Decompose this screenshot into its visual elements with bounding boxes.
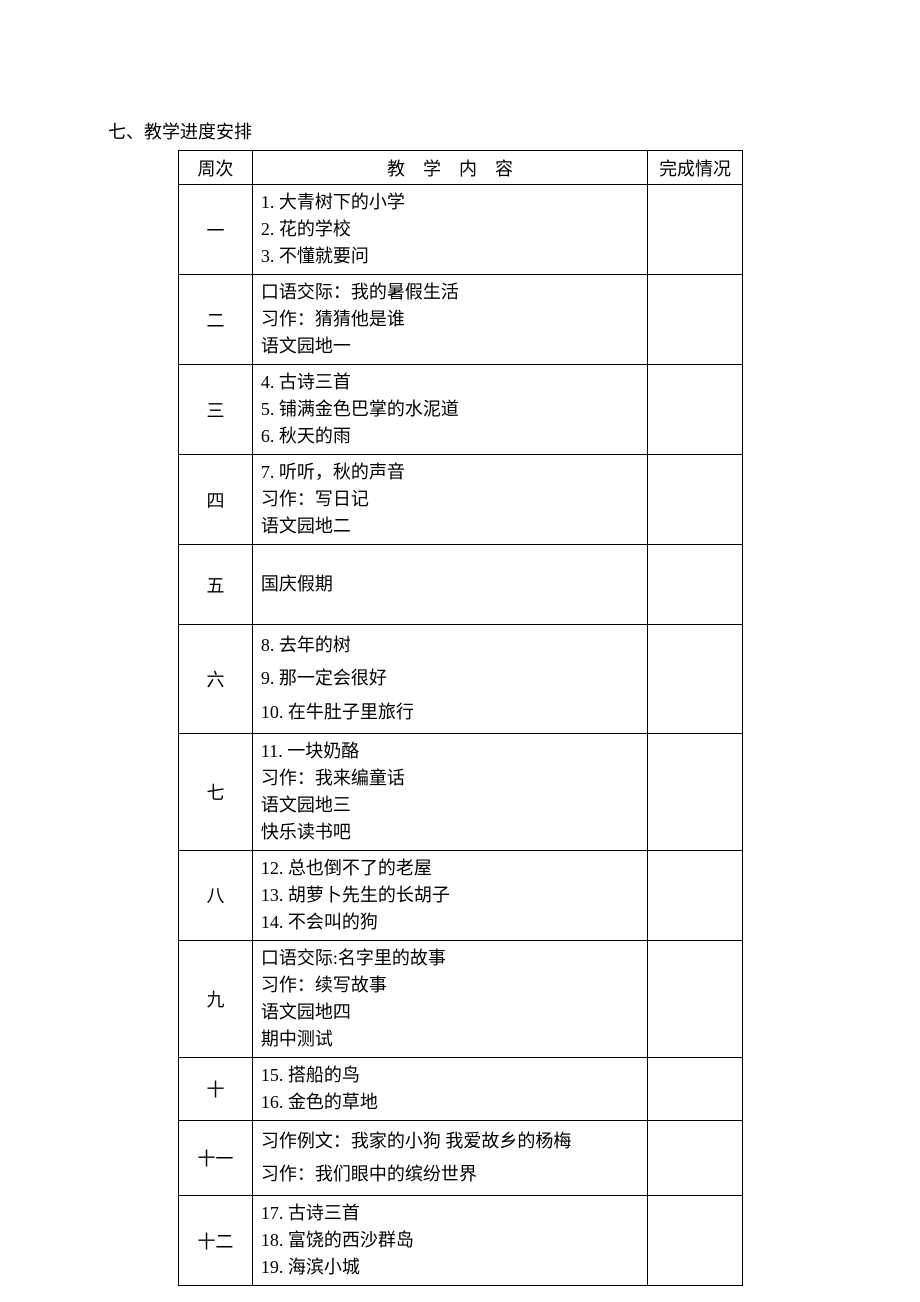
content-text: 口语交际:名字里的故事习作：续写故事语文园地四期中测试 (253, 941, 647, 1057)
content-cell: 8. 去年的树9. 那一定会很好10. 在牛肚子里旅行 (252, 625, 647, 734)
content-cell: 1. 大青树下的小学2. 花的学校3. 不懂就要问 (252, 185, 647, 275)
week-cell: 七 (179, 733, 253, 850)
content-text: 国庆假期 (253, 545, 647, 624)
table-header-row: 周次 教学内容 完成情况 (179, 151, 743, 185)
content-text: 17. 古诗三首18. 富饶的西沙群岛19. 海滨小城 (253, 1196, 647, 1285)
content-text: 15. 搭船的鸟16. 金色的草地 (253, 1058, 647, 1120)
table-body: 一1. 大青树下的小学2. 花的学校3. 不懂就要问二口语交际：我的暑假生活习作… (179, 185, 743, 1286)
table-row: 二口语交际：我的暑假生活习作：猜猜他是谁语文园地一 (179, 275, 743, 365)
status-cell (648, 1120, 743, 1196)
content-text: 习作例文：我家的小狗 我爱故乡的杨梅习作：我们眼中的缤纷世界 (253, 1121, 647, 1196)
week-cell: 三 (179, 365, 253, 455)
table-row: 十一习作例文：我家的小狗 我爱故乡的杨梅习作：我们眼中的缤纷世界 (179, 1120, 743, 1196)
content-cell: 12. 总也倒不了的老屋13. 胡萝卜先生的长胡子14. 不会叫的狗 (252, 850, 647, 940)
content-text: 4. 古诗三首5. 铺满金色巴掌的水泥道6. 秋天的雨 (253, 365, 647, 454)
table-row: 八12. 总也倒不了的老屋13. 胡萝卜先生的长胡子14. 不会叫的狗 (179, 850, 743, 940)
table-row: 七11. 一块奶酪习作：我来编童话语文园地三快乐读书吧 (179, 733, 743, 850)
header-week: 周次 (179, 151, 253, 185)
week-cell: 十一 (179, 1120, 253, 1196)
content-cell: 4. 古诗三首5. 铺满金色巴掌的水泥道6. 秋天的雨 (252, 365, 647, 455)
content-cell: 国庆假期 (252, 545, 647, 625)
content-text: 口语交际：我的暑假生活习作：猜猜他是谁语文园地一 (253, 275, 647, 364)
status-cell (648, 545, 743, 625)
content-cell: 7. 听听，秋的声音习作：写日记语文园地二 (252, 455, 647, 545)
content-text: 12. 总也倒不了的老屋13. 胡萝卜先生的长胡子14. 不会叫的狗 (253, 851, 647, 940)
content-cell: 17. 古诗三首18. 富饶的西沙群岛19. 海滨小城 (252, 1196, 647, 1286)
status-cell (648, 625, 743, 734)
table-row: 五国庆假期 (179, 545, 743, 625)
section-heading: 七、教学进度安排 (108, 118, 920, 144)
table-row: 六8. 去年的树9. 那一定会很好10. 在牛肚子里旅行 (179, 625, 743, 734)
table-row: 一1. 大青树下的小学2. 花的学校3. 不懂就要问 (179, 185, 743, 275)
week-cell: 五 (179, 545, 253, 625)
status-cell (648, 733, 743, 850)
status-cell (648, 850, 743, 940)
week-cell: 一 (179, 185, 253, 275)
schedule-table: 周次 教学内容 完成情况 一1. 大青树下的小学2. 花的学校3. 不懂就要问二… (178, 150, 743, 1286)
content-cell: 口语交际：我的暑假生活习作：猜猜他是谁语文园地一 (252, 275, 647, 365)
status-cell (648, 185, 743, 275)
content-text: 11. 一块奶酪习作：我来编童话语文园地三快乐读书吧 (253, 734, 647, 850)
content-text: 8. 去年的树9. 那一定会很好10. 在牛肚子里旅行 (253, 625, 647, 733)
header-content: 教学内容 (252, 151, 647, 185)
header-status: 完成情况 (648, 151, 743, 185)
content-cell: 习作例文：我家的小狗 我爱故乡的杨梅习作：我们眼中的缤纷世界 (252, 1120, 647, 1196)
week-cell: 十 (179, 1057, 253, 1120)
content-cell: 口语交际:名字里的故事习作：续写故事语文园地四期中测试 (252, 940, 647, 1057)
header-content-label: 教学内容 (369, 159, 531, 179)
content-cell: 11. 一块奶酪习作：我来编童话语文园地三快乐读书吧 (252, 733, 647, 850)
content-text: 7. 听听，秋的声音习作：写日记语文园地二 (253, 455, 647, 544)
status-cell (648, 1057, 743, 1120)
status-cell (648, 455, 743, 545)
status-cell (648, 275, 743, 365)
week-cell: 六 (179, 625, 253, 734)
table-row: 九口语交际:名字里的故事习作：续写故事语文园地四期中测试 (179, 940, 743, 1057)
week-cell: 二 (179, 275, 253, 365)
week-cell: 八 (179, 850, 253, 940)
table-row: 四7. 听听，秋的声音习作：写日记语文园地二 (179, 455, 743, 545)
status-cell (648, 940, 743, 1057)
table-row: 十15. 搭船的鸟16. 金色的草地 (179, 1057, 743, 1120)
table-row: 三4. 古诗三首5. 铺满金色巴掌的水泥道6. 秋天的雨 (179, 365, 743, 455)
status-cell (648, 1196, 743, 1286)
week-cell: 十二 (179, 1196, 253, 1286)
content-text: 1. 大青树下的小学2. 花的学校3. 不懂就要问 (253, 185, 647, 274)
week-cell: 四 (179, 455, 253, 545)
week-cell: 九 (179, 940, 253, 1057)
content-cell: 15. 搭船的鸟16. 金色的草地 (252, 1057, 647, 1120)
status-cell (648, 365, 743, 455)
table-row: 十二17. 古诗三首18. 富饶的西沙群岛19. 海滨小城 (179, 1196, 743, 1286)
